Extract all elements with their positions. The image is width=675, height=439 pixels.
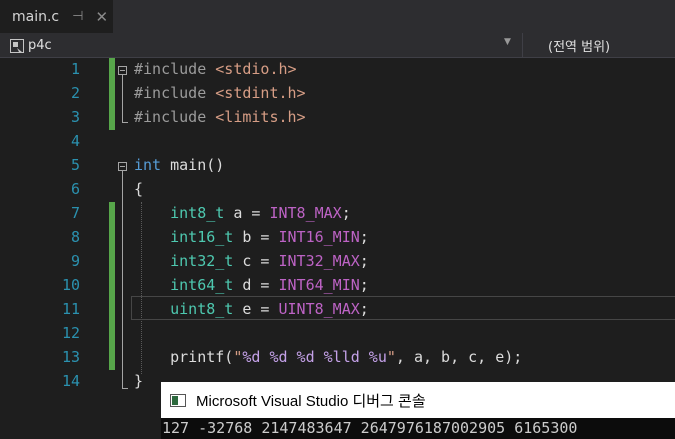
- project-dropdown[interactable]: p4c: [10, 35, 516, 55]
- console-output: 127 -32768 2147483647 2647976187002905 6…: [162, 419, 578, 437]
- code-token: UINT8_MAX: [278, 300, 360, 318]
- console-title-bar[interactable]: Microsoft Visual Studio 디버그 콘솔: [161, 382, 675, 418]
- code-text: int8_t a = INT8_MAX;: [134, 204, 351, 222]
- code-token: #include: [134, 84, 216, 102]
- code-token: INT8_MAX: [269, 204, 342, 222]
- code-token: int8_t: [170, 204, 225, 222]
- code-token: printf(: [134, 348, 234, 366]
- code-text: #include <stdint.h>: [134, 84, 306, 102]
- code-token: int: [134, 156, 162, 174]
- code-text: #include <stdio.h>: [134, 60, 297, 78]
- code-line[interactable]: 1 #include <stdio.h>: [0, 58, 675, 82]
- line-number: 8: [70, 228, 80, 246]
- code-token: b =: [233, 228, 279, 246]
- code-line[interactable]: 10 int64_t d = INT64_MIN;: [0, 274, 675, 298]
- navigation-bar: p4c ▼ (전역 범위): [0, 33, 675, 58]
- line-number: 1: [70, 60, 80, 78]
- line-number: 5: [70, 156, 80, 174]
- code-token: <stdint.h>: [215, 84, 306, 102]
- project-icon: [10, 38, 24, 53]
- line-number: 14: [61, 372, 80, 390]
- code-line[interactable]: 6{: [0, 178, 675, 202]
- code-token: uint8_t: [170, 300, 234, 318]
- code-line[interactable]: 7 int8_t a = INT8_MAX;: [0, 202, 675, 226]
- code-token: ;: [359, 252, 369, 270]
- code-token: a =: [224, 204, 270, 222]
- pin-icon[interactable]: ⊣: [72, 9, 83, 24]
- code-token: ": [386, 348, 396, 366]
- chevron-down-icon[interactable]: ▼: [504, 37, 511, 47]
- code-token: <stdio.h>: [215, 60, 297, 78]
- code-line[interactable]: 4: [0, 130, 675, 154]
- line-number: 9: [70, 252, 80, 270]
- debug-console-window[interactable]: Microsoft Visual Studio 디버그 콘솔 127 -3276…: [161, 382, 675, 439]
- tab-main-c[interactable]: main.c ⊣ ✕: [0, 0, 113, 33]
- code-text: {: [134, 180, 143, 198]
- line-number: 4: [70, 132, 80, 150]
- code-line[interactable]: 9 int32_t c = INT32_MAX;: [0, 250, 675, 274]
- code-token: {: [134, 180, 144, 198]
- line-number: 12: [61, 324, 80, 342]
- line-number: 2: [70, 84, 80, 102]
- code-token: int16_t: [170, 228, 234, 246]
- code-token: main(): [161, 156, 225, 174]
- line-number: 10: [61, 276, 80, 294]
- code-token: int64_t: [170, 276, 234, 294]
- code-token: , a, b, c, e);: [395, 348, 523, 366]
- tab-title: main.c: [12, 8, 60, 25]
- code-token: %d %d %d %lld %u: [242, 348, 387, 366]
- code-text: #include <limits.h>: [134, 108, 306, 126]
- code-token: c =: [233, 252, 279, 270]
- line-number: 6: [70, 180, 80, 198]
- code-text: int64_t d = INT64_MIN;: [134, 276, 369, 294]
- code-token: int32_t: [170, 252, 234, 270]
- code-token: d =: [233, 276, 279, 294]
- code-text: int32_t c = INT32_MAX;: [134, 252, 369, 270]
- code-text: }: [134, 372, 143, 390]
- code-line[interactable]: 3 #include <limits.h>: [0, 106, 675, 130]
- code-line[interactable]: 2 #include <stdint.h>: [0, 82, 675, 106]
- scope-dropdown[interactable]: (전역 범위): [548, 36, 610, 55]
- code-token: ;: [359, 300, 369, 318]
- code-text: int16_t b = INT16_MIN;: [134, 228, 369, 246]
- line-number: 7: [70, 204, 80, 222]
- code-text: uint8_t e = UINT8_MAX;: [134, 300, 369, 318]
- code-line[interactable]: 13 printf("%d %d %d %lld %u", a, b, c, e…: [0, 346, 675, 370]
- code-line[interactable]: 8 int16_t b = INT16_MIN;: [0, 226, 675, 250]
- code-token: INT16_MIN: [278, 228, 360, 246]
- document-tab-bar: main.c ⊣ ✕: [0, 0, 675, 33]
- code-token: INT64_MIN: [278, 276, 360, 294]
- code-token: e =: [233, 300, 279, 318]
- line-number: 3: [70, 108, 80, 126]
- line-number: 11: [61, 300, 80, 318]
- code-token: #include: [134, 60, 216, 78]
- close-icon[interactable]: ✕: [95, 8, 108, 26]
- line-number: 13: [61, 348, 80, 366]
- console-app-icon: [170, 393, 186, 407]
- console-title: Microsoft Visual Studio 디버그 콘솔: [196, 392, 426, 410]
- code-token: INT32_MAX: [278, 252, 360, 270]
- nav-divider: [522, 33, 523, 57]
- code-line[interactable]: 11 uint8_t e = UINT8_MAX;: [0, 298, 675, 322]
- code-token: ;: [359, 228, 369, 246]
- project-label: p4c: [28, 37, 52, 53]
- code-token: ;: [341, 204, 351, 222]
- code-token: <limits.h>: [215, 108, 306, 126]
- code-token: #include: [134, 108, 216, 126]
- code-text: printf("%d %d %d %lld %u", a, b, c, e);: [134, 348, 522, 366]
- code-token: }: [134, 372, 144, 390]
- code-line[interactable]: 5 int main(): [0, 154, 675, 178]
- code-line[interactable]: 12: [0, 322, 675, 346]
- code-token: ;: [359, 276, 369, 294]
- code-text: int main(): [134, 156, 224, 174]
